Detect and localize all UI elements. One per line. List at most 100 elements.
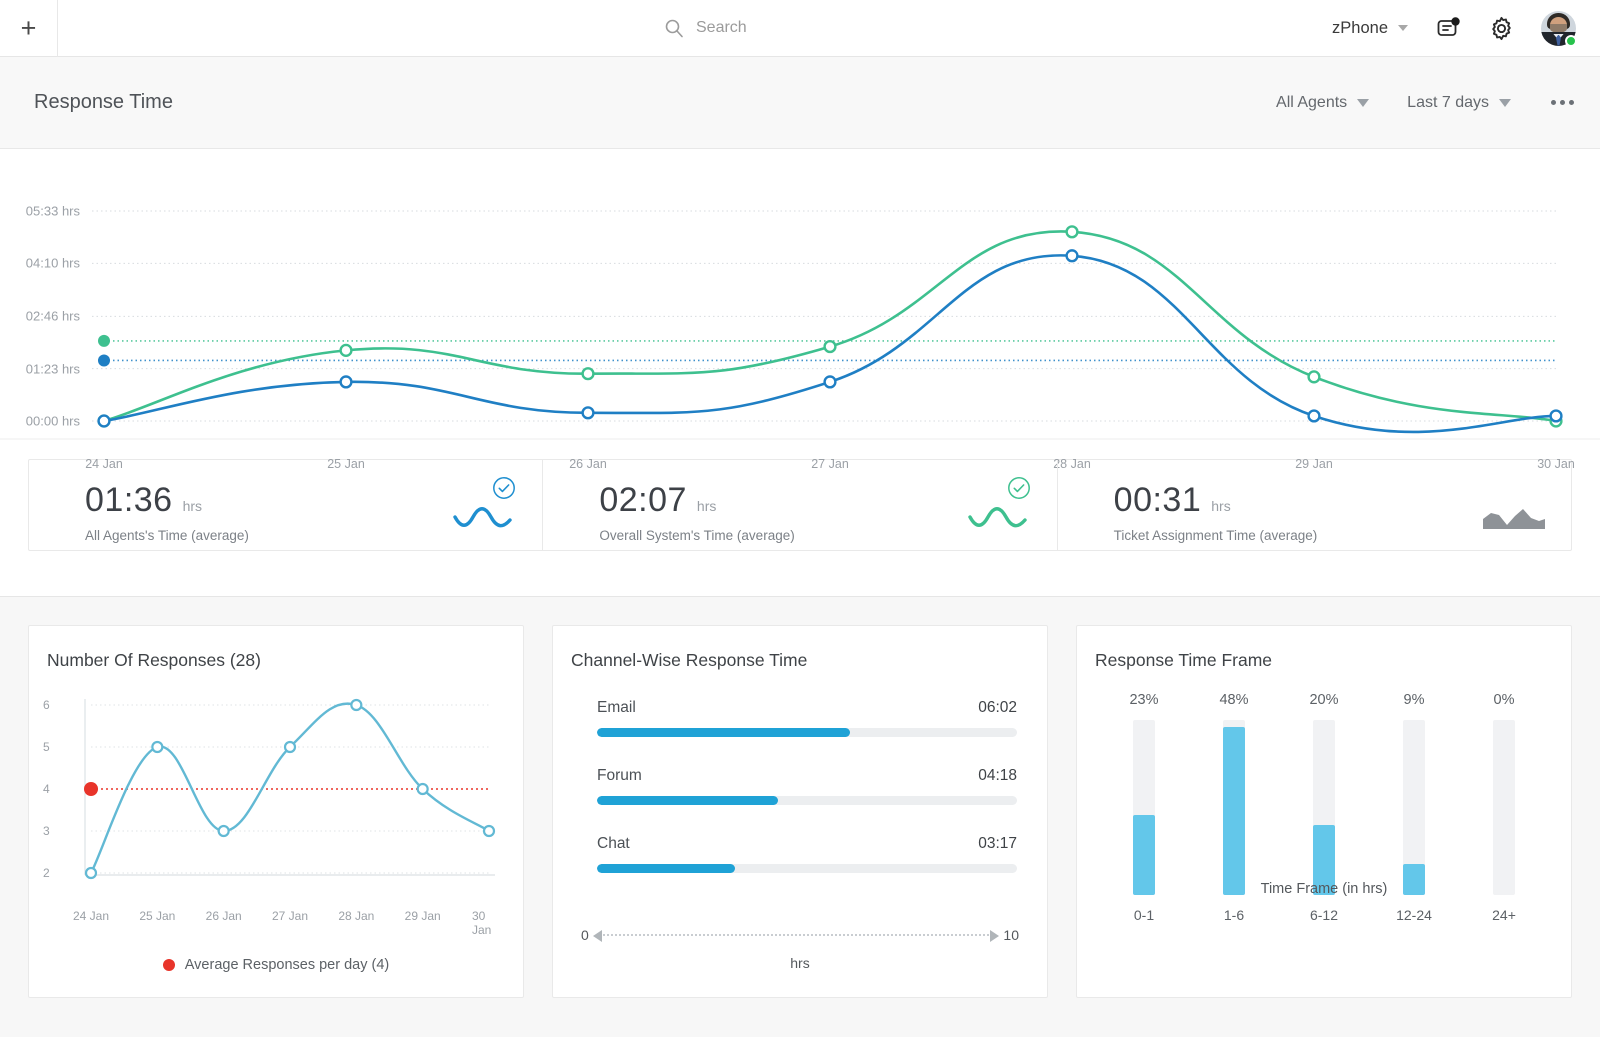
time-frame-bar-track bbox=[1223, 720, 1245, 895]
kpi-value: 01:36 bbox=[85, 481, 173, 520]
notifications-button[interactable] bbox=[1434, 14, 1462, 42]
channel-name: Forum bbox=[597, 767, 642, 785]
kpi-summary-row: 01:36hrsAll Agents's Time (average)02:07… bbox=[28, 459, 1572, 551]
channel-wise-title: Channel-Wise Response Time bbox=[553, 626, 1047, 671]
metrics-card-row: Number Of Responses (28) 2345624 Jan25 J… bbox=[0, 597, 1600, 1026]
y-axis-tick-label: 05:33 hrs bbox=[0, 204, 80, 219]
time-frame-axis-title: Time Frame (in hrs) bbox=[1077, 881, 1571, 897]
arrow-right-icon bbox=[990, 930, 999, 942]
org-switcher[interactable]: zPhone bbox=[1332, 19, 1408, 38]
channel-bar-header: Chat 03:17 bbox=[597, 835, 1017, 853]
channel-bar-track bbox=[597, 864, 1017, 873]
responses-x-tick-label: 30 Jan bbox=[472, 909, 506, 937]
chevron-down-icon bbox=[1357, 99, 1369, 107]
kpi-unit: hrs bbox=[1211, 498, 1230, 514]
kpi-sparkline bbox=[967, 503, 1033, 536]
responses-x-tick-label: 25 Jan bbox=[139, 909, 175, 923]
channel-axis-unit: hrs bbox=[553, 955, 1047, 971]
response-time-line-chart[interactable]: 00:00 hrs 01:23 hrs 02:46 hrs 04:10 hrs 05:3… bbox=[0, 149, 1600, 459]
ellipsis-icon-dot bbox=[1560, 100, 1565, 105]
kpi-sparkline bbox=[1481, 503, 1547, 536]
number-of-responses-card: Number Of Responses (28) 2345624 Jan25 J… bbox=[28, 625, 524, 998]
responses-x-tick-label: 29 Jan bbox=[405, 909, 441, 923]
channel-bar-fill bbox=[597, 728, 850, 737]
time-frame-bar-track bbox=[1493, 720, 1515, 895]
kpi-card[interactable]: 02:07hrsOverall System's Time (average) bbox=[542, 460, 1056, 550]
channel-bar-track bbox=[597, 796, 1017, 805]
time-frame-category-label: 0-1 bbox=[1134, 907, 1154, 923]
page-title: Response Time bbox=[34, 91, 173, 114]
channel-bar-header: Email06:02 bbox=[597, 699, 1017, 717]
avatar[interactable] bbox=[1541, 11, 1576, 46]
channel-axis-line bbox=[603, 934, 990, 936]
time-frame-percent-label: 9% bbox=[1404, 692, 1425, 708]
check-circle-icon[interactable] bbox=[1007, 476, 1031, 505]
channel-name: Email bbox=[597, 699, 636, 717]
y-axis-tick-label: 00:00 hrs bbox=[0, 414, 80, 429]
y-axis-tick-label: 02:46 hrs bbox=[0, 309, 80, 324]
time-frame-percent-label: 0% bbox=[1494, 692, 1515, 708]
channel-bar-list: Email06:02 Forum 04:18 Chat 03:17 bbox=[553, 671, 1047, 873]
response-time-frame-title: Response Time Frame bbox=[1077, 626, 1571, 671]
y-axis-tick-label: 01:23 hrs bbox=[0, 361, 80, 376]
kpi-card[interactable]: 00:31hrsTicket Assignment Time (average) bbox=[1057, 460, 1571, 550]
agent-filter[interactable]: All Agents bbox=[1276, 94, 1369, 112]
gear-icon bbox=[1488, 15, 1515, 42]
kpi-value: 00:31 bbox=[1114, 481, 1202, 520]
feed-notification-icon bbox=[1434, 14, 1462, 42]
page-header: Response Time All Agents Last 7 days bbox=[0, 57, 1600, 149]
channel-value: 03:17 bbox=[978, 835, 1017, 853]
arrow-left-icon bbox=[593, 930, 602, 942]
channel-value: 04:18 bbox=[978, 767, 1017, 785]
channel-bar-fill bbox=[597, 864, 735, 873]
time-frame-category-label: 24+ bbox=[1492, 907, 1516, 923]
search-icon bbox=[664, 18, 684, 38]
settings-button[interactable] bbox=[1488, 15, 1515, 42]
y-axis-tick-label: 04:10 hrs bbox=[0, 256, 80, 271]
kpi-value: 02:07 bbox=[599, 481, 687, 520]
channel-axis-min: 0 bbox=[581, 927, 589, 943]
time-frame-percent-label: 23% bbox=[1129, 692, 1158, 708]
kpi-sparkline bbox=[452, 503, 518, 536]
ellipsis-icon-dot bbox=[1569, 100, 1574, 105]
time-frame-category-label: 12-24 bbox=[1396, 907, 1432, 923]
responses-x-tick-label: 28 Jan bbox=[338, 909, 374, 923]
plus-icon: + bbox=[21, 15, 37, 42]
time-frame-bar-track bbox=[1403, 720, 1425, 895]
status-badge bbox=[1565, 35, 1577, 47]
agent-filter-label: All Agents bbox=[1276, 94, 1347, 112]
responses-y-tick-label: 4 bbox=[43, 782, 50, 796]
channel-bar-item[interactable]: Chat 03:17 bbox=[597, 835, 1017, 873]
check-circle-icon[interactable] bbox=[492, 476, 516, 505]
channel-bar-item[interactable]: Email06:02 bbox=[597, 699, 1017, 737]
more-options-button[interactable] bbox=[1549, 94, 1576, 111]
add-button[interactable]: + bbox=[0, 0, 58, 57]
time-frame-chart: 23%0-148%1-620%6-129%12-240%24+ Time Fra… bbox=[1077, 671, 1571, 923]
channel-bar-item[interactable]: Forum 04:18 bbox=[597, 767, 1017, 805]
chevron-down-icon bbox=[1398, 25, 1408, 31]
kpi-card[interactable]: 01:36hrsAll Agents's Time (average) bbox=[29, 460, 542, 550]
responses-x-tick-label: 24 Jan bbox=[73, 909, 109, 923]
responses-x-tick-label: 27 Jan bbox=[272, 909, 308, 923]
channel-bar-fill bbox=[597, 796, 778, 805]
responses-y-tick-label: 5 bbox=[43, 740, 50, 754]
number-of-responses-chart[interactable]: 2345624 Jan25 Jan26 Jan27 Jan28 Jan29 Ja… bbox=[29, 685, 523, 915]
date-range-filter[interactable]: Last 7 days bbox=[1407, 94, 1511, 112]
channel-bar-header: Forum 04:18 bbox=[597, 767, 1017, 785]
responses-y-tick-label: 6 bbox=[43, 698, 50, 712]
responses-y-tick-label: 3 bbox=[43, 824, 50, 838]
ellipsis-icon-dot bbox=[1551, 100, 1556, 105]
kpi-unit: hrs bbox=[183, 498, 202, 514]
channel-name: Chat bbox=[597, 835, 630, 853]
time-frame-bar-track bbox=[1313, 720, 1335, 895]
time-frame-category-label: 1-6 bbox=[1224, 907, 1244, 923]
time-frame-bar-track bbox=[1133, 720, 1155, 895]
date-range-label: Last 7 days bbox=[1407, 94, 1489, 112]
channel-axis-max: 10 bbox=[1003, 927, 1019, 943]
top-bar-actions: zPhone bbox=[1332, 11, 1600, 46]
search-input[interactable] bbox=[696, 19, 936, 37]
responses-x-tick-label: 26 Jan bbox=[206, 909, 242, 923]
search-box[interactable] bbox=[664, 18, 936, 38]
time-frame-percent-label: 48% bbox=[1219, 692, 1248, 708]
time-frame-category-label: 6-12 bbox=[1310, 907, 1338, 923]
